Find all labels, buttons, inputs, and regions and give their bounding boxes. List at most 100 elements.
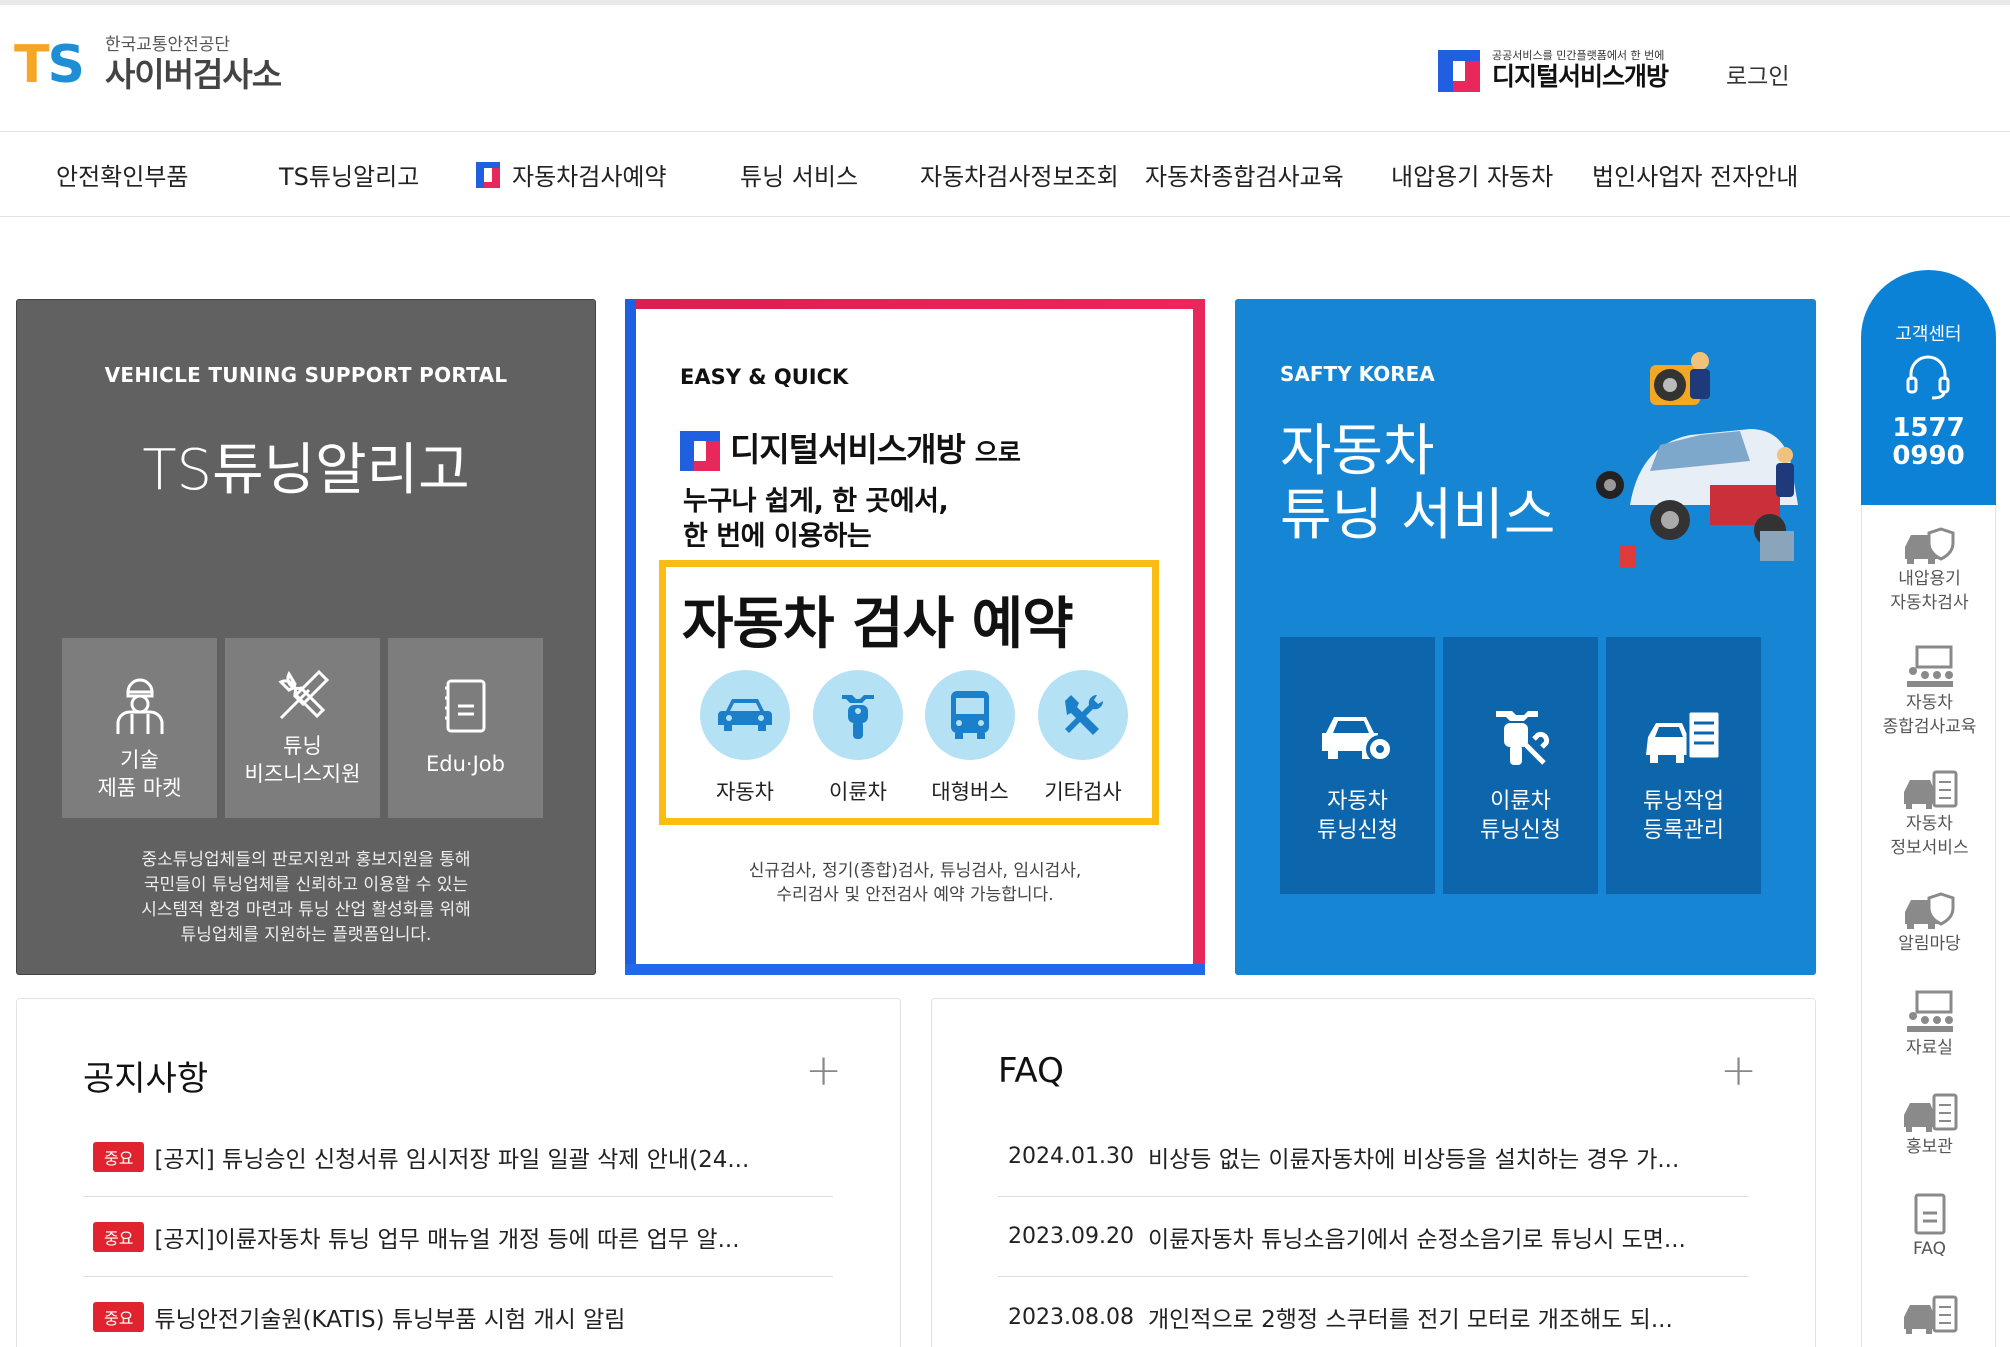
tile-car-tuning-apply[interactable]: 자동차 튜닝신청 [1280, 637, 1435, 894]
card-eyebrow: EASY & QUICK [680, 365, 849, 389]
tile-tuning-registration[interactable]: 튜닝작업 등록관리 [1606, 637, 1761, 894]
quick-item-label: 자동차 [1906, 814, 1953, 834]
faq-row[interactable]: 2023.09.20 이륜자동차 튜닝소음기에서 순정소음기로 튜닝시 도면..… [998, 1197, 1748, 1277]
nav-item-inspection-reservation[interactable]: 자동차검사예약 [476, 157, 667, 192]
scooter-wrench-icon [1495, 711, 1549, 765]
card-eyebrow: SAFTY KOREA [1280, 362, 1435, 386]
inspection-reservation-card: EASY & QUICK 디지털서비스개방 으로 누구나 쉽게, 한 곳에서, … [625, 299, 1205, 975]
digital-service-banner: 디지털서비스개방 으로 [680, 423, 1021, 471]
desc-line: 국민들이 튜닝업체를 신뢰하고 이용할 수 있는 [143, 875, 469, 895]
logo-subtitle: 한국교통안전공단 [104, 35, 231, 55]
faq-more-button[interactable]: + [1720, 1049, 1757, 1093]
phone-part-2: 0990 [1892, 441, 1965, 471]
faq-title: 비상등 없는 이륜자동차에 비상등을 설치하는 경우 가... [1147, 1146, 1680, 1173]
nav-item-ts-tuning[interactable]: TS튜닝알리고 [279, 157, 419, 192]
faq-panel: FAQ + 2024.01.30 비상등 없는 이륜자동차에 비상등을 설치하는… [931, 998, 1816, 1347]
faq-date: 2023.09.20 [1008, 1224, 1134, 1249]
notices-more-button[interactable]: + [805, 1049, 842, 1093]
quick-item-label: 내압용기 [1898, 569, 1961, 589]
faq-row[interactable]: 2023.08.08 개인적으로 2행정 스쿠터를 전기 모터로 개조해도 되.… [998, 1277, 1748, 1347]
tile-edu-job[interactable]: Edu·Job [388, 638, 543, 818]
quick-item-more[interactable] [1862, 1295, 1997, 1337]
nav-item-pressure-vessel[interactable]: 내압용기 자동차 [1391, 157, 1553, 192]
car-checklist-icon [1903, 1295, 1957, 1334]
category-car[interactable]: 자동차 [697, 670, 793, 806]
quick-item-pressure-vessel[interactable]: 내압용기 자동차검사 [1862, 525, 1997, 615]
notice-row[interactable]: 중요 튜닝안전기술원(KATIS) 튜닝부품 시험 개시 알림 [83, 1277, 833, 1347]
logo-title: 사이버검사소 [104, 55, 282, 94]
quick-item-label: FAQ [1913, 1239, 1946, 1259]
digital-service-tagline: 공공서비스를 민간플랫폼에서 한 번에 [1492, 49, 1665, 62]
quick-item-label: 자동차검사 [1890, 593, 1969, 613]
digital-service-suffix: 으로 [974, 438, 1021, 467]
bus-icon [951, 691, 989, 739]
quick-item-education[interactable]: 자동차 종합검사교육 [1862, 645, 1997, 739]
nav-item-corporate-notice[interactable]: 법인사업자 전자안내 [1592, 157, 1798, 192]
quick-item-label: 홍보관 [1906, 1137, 1953, 1157]
quick-item-label: 알림마당 [1898, 934, 1961, 954]
faq-row[interactable]: 2024.01.30 비상등 없는 이륜자동차에 비상등을 설치하는 경우 가.… [998, 1117, 1748, 1197]
faq-title: 이륜자동차 튜닝소음기에서 순정소음기로 튜닝시 도면... [1147, 1226, 1686, 1253]
nav-item-inspection-info[interactable]: 자동차검사정보조회 [920, 157, 1119, 192]
headset-icon [1906, 355, 1950, 400]
quick-item-label: 자동차 [1906, 693, 1953, 713]
tile-label-1: Edu·Job [426, 752, 505, 776]
important-badge: 중요 [93, 1302, 145, 1332]
tile-label-2: 비즈니스지원 [244, 762, 361, 786]
card-description: 중소튜닝업체들의 판로지원과 홍보지원을 통해 국민들이 튜닝업체를 신뢰하고 … [17, 848, 595, 948]
nav-item-inspection-education[interactable]: 자동차종합검사교육 [1145, 157, 1344, 192]
tile-motorcycle-tuning-apply[interactable]: 이륜차 튜닝신청 [1443, 637, 1598, 894]
category-label: 기타검사 [1044, 780, 1122, 804]
category-other[interactable]: 기타검사 [1035, 670, 1131, 806]
car-shield-icon [1904, 892, 1954, 929]
digital-service-open-link[interactable]: 공공서비스를 민간플랫폼에서 한 번에 디지털서비스개방 [1438, 49, 1669, 92]
frame-bottom [625, 964, 1205, 975]
faq-title: 개인적으로 2행정 스쿠터를 전기 모터로 개조해도 되... [1147, 1307, 1673, 1333]
notice-title: [공지] 튜닝승인 신청서류 임시저장 파일 일괄 삭제 안내(24... [154, 1146, 750, 1173]
notice-row[interactable]: 중요 [공지]이륜자동차 튜닝 업무 매뉴얼 개정 등에 따른 업무 알... [83, 1197, 833, 1277]
category-label: 자동차 [716, 780, 774, 804]
tuning-service-card: SAFTY KOREA 자동차 튜닝 서비스 자동차 튜닝신청 이륜차 튜닝신청… [1235, 299, 1816, 975]
quick-item-archive[interactable]: 자료실 [1862, 990, 1997, 1060]
title-line-1: 자동차 [1280, 419, 1435, 484]
customer-center[interactable]: 고객센터 1577 0990 [1861, 270, 1996, 505]
quick-item-notice-board[interactable]: 알림마당 [1862, 890, 1997, 956]
faq-date: 2024.01.30 [1008, 1144, 1134, 1169]
main-nav: 안전확인부품 TS튜닝알리고 자동차검사예약 튜닝 서비스 자동차검사정보조회 … [0, 133, 2010, 217]
quick-item-info-service[interactable]: 자동차 정보서비스 [1862, 770, 1997, 860]
intro-line-1: 누구나 쉽게, 한 곳에서, [683, 486, 949, 517]
panel-title: FAQ [998, 1051, 1064, 1091]
desc-line: 수리검사 및 안전검사 예약 가능합니다. [776, 885, 1054, 905]
digital-service-title: 디지털서비스개방 [1492, 62, 1669, 91]
site-logo[interactable]: TS 한국교통안전공단 사이버검사소 [14, 35, 282, 95]
car-checklist-icon [1903, 1093, 1957, 1132]
desc-line: 시스템적 환경 마련과 튜닝 산업 활성화를 위해 [141, 900, 471, 920]
tools-icon [1065, 694, 1104, 735]
faq-date: 2023.08.08 [1008, 1304, 1134, 1330]
quick-item-faq[interactable]: FAQ [1862, 1193, 1997, 1261]
quick-item-pr-hall[interactable]: 홍보관 [1862, 1093, 1997, 1159]
category-motorcycle[interactable]: 이륜차 [810, 670, 906, 806]
quick-item-label: 정보서비스 [1890, 838, 1969, 858]
tile-label-2: 등록관리 [1643, 818, 1724, 843]
classroom-icon [1906, 645, 1953, 687]
car-checklist-icon [1645, 709, 1721, 763]
digital-service-logo-icon [680, 431, 720, 471]
category-bus[interactable]: 대형버스 [922, 670, 1018, 806]
tile-label-2: 튜닝신청 [1317, 818, 1398, 843]
nav-item-tuning-service[interactable]: 튜닝 서비스 [740, 157, 858, 192]
notice-row[interactable]: 중요 [공지] 튜닝승인 신청서류 임시저장 파일 일괄 삭제 안내(24... [83, 1117, 833, 1197]
tile-tuning-business[interactable]: 튜닝 비즈니스지원 [225, 638, 380, 818]
car-gear-icon [1321, 717, 1394, 763]
nav-item-safety-parts[interactable]: 안전확인부품 [56, 157, 188, 192]
tile-tech-market[interactable]: 기술 제품 마켓 [62, 638, 217, 818]
notices-panel: 공지사항 + 중요 [공지] 튜닝승인 신청서류 임시저장 파일 일괄 삭제 안… [16, 998, 901, 1347]
digital-service-title: 디지털서비스개방 [730, 430, 966, 469]
important-badge: 중요 [93, 1221, 145, 1252]
login-link[interactable]: 로그인 [1726, 57, 1789, 91]
quick-item-label: 종합검사교육 [1882, 717, 1977, 737]
car-shield-icon [1904, 527, 1954, 564]
panel-title: 공지사항 [83, 1059, 209, 1099]
reservation-headline: 자동차 검사 예약 [682, 592, 1074, 657]
digital-service-logo-icon [1438, 49, 1480, 92]
